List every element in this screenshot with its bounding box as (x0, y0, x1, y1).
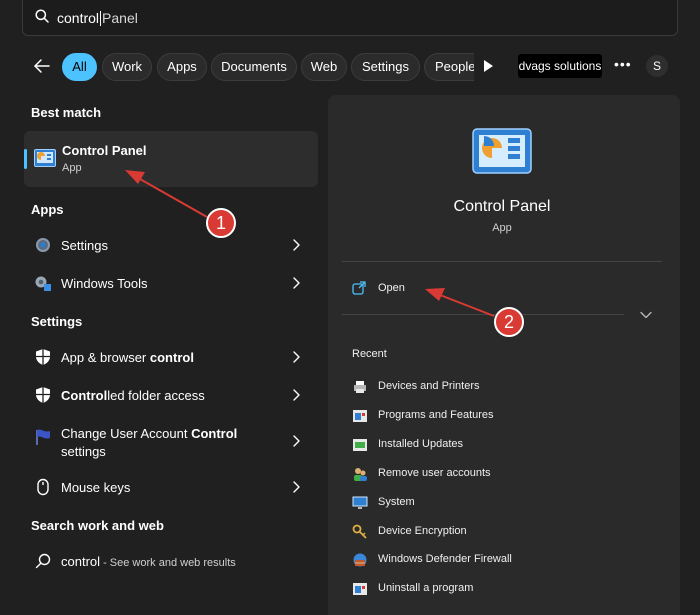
setting-item-app-browser-control[interactable]: App & browser control (24, 339, 318, 375)
search-query-typed: control (57, 10, 100, 26)
search-icon (35, 553, 51, 569)
recent-item-label: Windows Defender Firewall (378, 553, 512, 565)
setting-item-label: App & browser control (61, 350, 194, 365)
filter-tab-apps[interactable]: Apps (157, 53, 207, 81)
callout-badge-2: 2 (494, 307, 524, 337)
chevron-right-icon[interactable] (292, 432, 302, 450)
open-external-icon (352, 281, 366, 295)
filter-tab-settings[interactable]: Settings (351, 53, 420, 81)
firewall-icon (353, 553, 367, 567)
app-item-label: Windows Tools (61, 276, 148, 291)
organization-label[interactable]: dvags solutions (518, 54, 602, 78)
divider (342, 261, 662, 262)
setting-item-controlled-folder-access[interactable]: Controlled folder access (24, 377, 318, 413)
back-arrow-icon[interactable] (32, 56, 52, 76)
setting-item-label: Controlled folder access (61, 388, 205, 403)
control-panel-icon (34, 149, 56, 167)
recent-item-defender-firewall[interactable]: Windows Defender Firewall (352, 547, 652, 573)
filter-tab-work[interactable]: Work (102, 53, 152, 81)
best-match-title: Control Panel (62, 143, 147, 158)
filter-tab-people[interactable]: People (424, 53, 474, 81)
web-search-label: control - See work and web results (61, 554, 236, 569)
divider (342, 314, 624, 315)
programs-icon (353, 583, 367, 595)
search-query-suggested: Panel (102, 10, 138, 26)
search-web-heading: Search work and web (31, 518, 164, 533)
callout-badge-1: 1 (206, 208, 236, 238)
web-search-item[interactable]: control - See work and web results (24, 543, 318, 579)
search-box[interactable]: control Panel (22, 0, 678, 36)
users-icon (354, 468, 367, 481)
setting-item-label: Mouse keys (61, 480, 131, 495)
app-item-windows-tools[interactable]: Windows Tools (24, 265, 318, 301)
setting-item-label: Change User Account Control (61, 426, 238, 441)
chevron-right-icon[interactable] (292, 478, 302, 496)
chevron-right-icon[interactable] (292, 236, 302, 254)
recent-item-label: Device Encryption (378, 525, 467, 537)
search-icon (35, 9, 49, 23)
recent-item-remove-user-accounts[interactable]: Remove user accounts (352, 461, 652, 487)
recent-item-programs-features[interactable]: Programs and Features (352, 403, 652, 429)
chevron-right-icon[interactable] (292, 274, 302, 292)
recent-item-uninstall-program[interactable]: Uninstall a program (352, 576, 652, 602)
best-match-heading: Best match (31, 105, 102, 120)
preview-subtitle: App (492, 222, 512, 234)
flag-icon (36, 429, 50, 445)
updates-icon (353, 439, 367, 451)
gear-icon (36, 238, 50, 252)
app-item-label: Settings (61, 238, 108, 253)
recent-item-devices-printers[interactable]: Devices and Printers (352, 374, 652, 400)
app-item-settings[interactable]: Settings (24, 227, 318, 263)
recent-item-label: Uninstall a program (378, 582, 474, 594)
preview-title: Control Panel (453, 198, 551, 215)
chevron-down-icon[interactable] (640, 311, 652, 319)
control-panel-large-icon (472, 128, 532, 174)
monitor-icon (352, 496, 368, 509)
open-button[interactable]: Open (342, 274, 642, 302)
setting-item-mouse-keys[interactable]: Mouse keys (24, 469, 318, 505)
search-input[interactable]: control Panel (57, 10, 138, 26)
more-options-icon[interactable]: ••• (614, 56, 632, 72)
filter-tab-documents[interactable]: Documents (211, 53, 297, 81)
shield-icon (36, 387, 50, 403)
recent-item-label: Remove user accounts (378, 467, 491, 479)
setting-item-label-line2: settings (61, 444, 106, 459)
open-label: Open (378, 282, 405, 294)
recent-item-label: Programs and Features (378, 409, 494, 421)
mouse-icon (37, 478, 49, 496)
shield-icon (36, 349, 50, 365)
recent-item-installed-updates[interactable]: Installed Updates (352, 432, 652, 458)
best-match-control-panel[interactable]: Control Panel App (24, 131, 318, 187)
preview-panel: Control Panel App Open Recent Devices an… (328, 95, 680, 615)
recent-item-label: Devices and Printers (378, 380, 480, 392)
apps-heading: Apps (31, 202, 64, 217)
chevron-right-icon[interactable] (292, 386, 302, 404)
programs-icon (353, 410, 367, 422)
key-icon (352, 524, 367, 539)
recent-item-label: System (378, 496, 415, 508)
recent-item-system[interactable]: System (352, 490, 652, 516)
setting-item-user-account-control[interactable]: Change User Account Control settings (24, 415, 318, 459)
filter-tab-all[interactable]: All (62, 53, 97, 81)
recent-item-label: Installed Updates (378, 438, 463, 450)
windows-tools-icon (35, 276, 51, 291)
text-caret (100, 11, 102, 26)
best-match-subtitle: App (62, 162, 82, 174)
recent-item-device-encryption[interactable]: Device Encryption (352, 519, 652, 545)
selection-indicator (24, 149, 27, 169)
settings-heading: Settings (31, 314, 83, 329)
recent-heading: Recent (352, 348, 387, 360)
filter-tab-web[interactable]: Web (301, 53, 347, 81)
chevron-right-icon[interactable] (292, 348, 302, 366)
printer-icon (354, 381, 366, 393)
avatar[interactable]: S (646, 55, 668, 77)
scroll-right-icon[interactable] (484, 60, 493, 72)
